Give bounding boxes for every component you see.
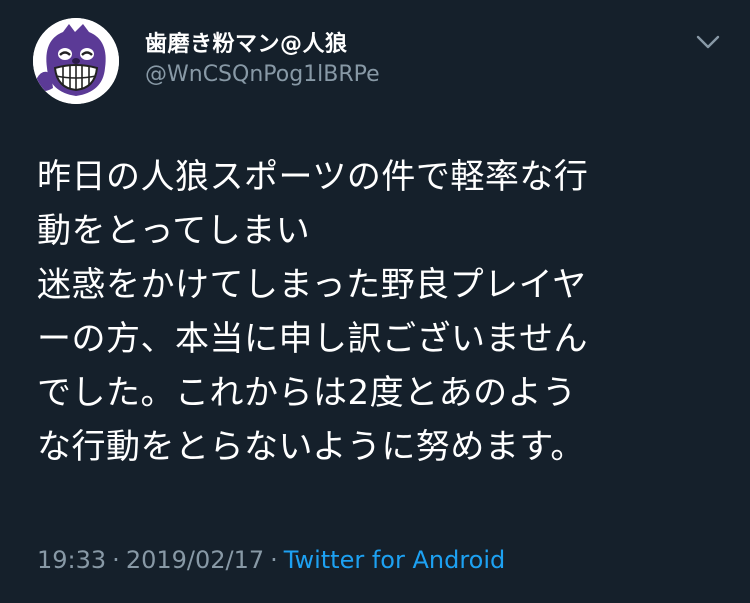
tweet-text-line: でした。これからは2度とあのよう [37,373,577,413]
chevron-down-icon[interactable] [694,32,722,52]
user-handle[interactable]: @WnCSQnPog1lBRPe [145,62,380,87]
tweet-text: 昨日の人狼スポーツの件で軽率な行 動をとってしまい 迷惑をかけてしまった野良プレ… [37,150,727,474]
tweet-text-line: 迷惑をかけてしまった野良プレイヤ [37,265,587,305]
tweet-card: 歯磨き粉マン@人狼 @WnCSQnPog1lBRPe 昨日の人狼スポーツの件で軽… [0,0,750,603]
tweet-text-line: ーの方、本当に申し訳ございません [37,319,588,359]
meta-separator: · [112,546,120,574]
tweet-text-line: な行動をとらないように努めます。 [37,427,585,467]
tweet-date[interactable]: 2019/02/17 [126,546,264,574]
meta-separator: · [270,546,278,574]
tweet-meta: 19:33 · 2019/02/17 · Twitter for Android [37,546,505,574]
tweet-source-link[interactable]: Twitter for Android [284,546,505,574]
tweet-text-line: 動をとってしまい [37,211,311,251]
tweet-time[interactable]: 19:33 [37,546,106,574]
tweet-header: 歯磨き粉マン@人狼 @WnCSQnPog1lBRPe [0,0,750,120]
avatar[interactable] [33,18,119,104]
tweet-text-line: 昨日の人狼スポーツの件で軽率な行 [37,157,589,197]
toothpaste-mascot-avatar-icon [33,18,119,104]
display-name[interactable]: 歯磨き粉マン@人狼 [145,26,348,58]
